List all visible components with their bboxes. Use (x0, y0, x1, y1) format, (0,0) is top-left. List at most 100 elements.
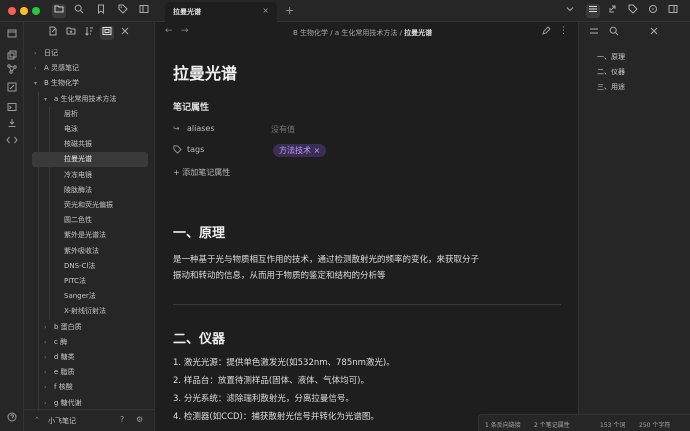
file-item[interactable]: 荧光和荧光偏振 (64, 198, 113, 213)
close-icon[interactable] (647, 26, 661, 40)
search-icon[interactable] (72, 4, 86, 18)
folder-item[interactable]: › d 糖类 (44, 350, 75, 365)
help-icon[interactable] (5, 412, 19, 426)
file-explorer: › 日记 › A 灵感笔记 ▾ B 生物化学 ▾ a 生化常用技术方法 层析 电泳 核磁共振 拉曼光谱… (24, 22, 155, 431)
file-item[interactable]: 电泳 (64, 122, 78, 137)
file-item[interactable]: DNS-Cl法 (64, 259, 95, 274)
graph-icon[interactable] (5, 64, 19, 78)
chevron-right-icon[interactable]: › (34, 46, 44, 61)
calendar-icon[interactable] (5, 28, 19, 42)
outline-item[interactable]: 二、仪器 (597, 67, 625, 77)
file-item[interactable]: 陵肽酶法 (64, 183, 92, 198)
property-tags[interactable]: tags 方法技术 × (173, 144, 473, 159)
chevron-right-icon[interactable]: › (34, 61, 44, 76)
new-note-icon[interactable] (46, 26, 60, 40)
property-value[interactable]: 没有值 (271, 124, 295, 135)
property-key: tags (187, 145, 205, 154)
close-icon[interactable] (118, 26, 132, 40)
bookmark-icon[interactable] (94, 4, 108, 18)
minimize-window-button[interactable] (20, 7, 28, 15)
new-tab-button[interactable]: + (285, 4, 294, 17)
file-item[interactable]: 圆二色性 (64, 213, 92, 228)
outline-item[interactable]: 三、用途 (597, 82, 625, 92)
terminal-icon[interactable] (5, 102, 19, 116)
tag-icon (173, 145, 182, 156)
chevron-down-icon[interactable]: ▾ (34, 76, 44, 91)
tag-remove-icon[interactable]: × (314, 146, 321, 155)
file-item[interactable]: 核磁共振 (64, 137, 92, 152)
chevron-right-icon[interactable]: › (44, 320, 54, 335)
chevron-right-icon[interactable]: › (44, 335, 54, 350)
back-arrow-icon[interactable]: ← (165, 26, 173, 36)
chevron-down-icon[interactable] (563, 4, 577, 18)
file-item[interactable]: 紫外是光谱法 (64, 228, 106, 243)
chevron-down-icon[interactable]: ▾ (44, 92, 54, 107)
file-item[interactable]: Sanger法 (64, 289, 96, 304)
tab-active[interactable]: 拉曼光谱 × (165, 2, 277, 22)
file-item[interactable]: X-射线衍射法 (64, 304, 106, 319)
sidebar-toggle-icon[interactable] (137, 4, 151, 18)
outline-options-icon[interactable] (587, 26, 601, 40)
file-item[interactable]: 冷冻电镜 (64, 168, 92, 183)
new-folder-icon[interactable] (64, 26, 78, 40)
import-icon[interactable] (5, 118, 19, 132)
page-title: 拉曼光谱 (173, 64, 238, 83)
breadcrumb-current: 拉曼光谱 (404, 29, 433, 37)
breadcrumb-sep: / (328, 29, 335, 37)
folder-item[interactable]: › b 蛋白质 (44, 320, 82, 335)
folder-item[interactable]: › e 脂质 (44, 365, 75, 380)
edit-icon[interactable] (541, 26, 551, 39)
sort-icon[interactable] (82, 26, 96, 40)
chevron-right-icon[interactable]: › (44, 350, 54, 365)
folder-item[interactable]: ▾ B 生物化学 (34, 76, 79, 91)
folder-item[interactable]: › 日记 (34, 46, 58, 61)
tag-panel-icon[interactable] (626, 4, 640, 18)
properties-heading: 笔记属性 (173, 103, 210, 113)
copy-icon[interactable] (5, 50, 19, 64)
right-sidebar-toggle-icon[interactable] (666, 4, 680, 18)
more-icon[interactable] (646, 4, 660, 18)
tree-item-label: 冷冻电镜 (64, 170, 92, 179)
forward-arrow-icon[interactable]: → (181, 26, 189, 36)
search-icon[interactable] (607, 26, 621, 40)
outline-list-icon[interactable] (586, 4, 600, 18)
help-icon[interactable]: ? (120, 415, 124, 424)
outline-item[interactable]: 一、原理 (597, 52, 625, 62)
close-window-button[interactable] (8, 7, 16, 15)
file-item[interactable]: PITC法 (64, 274, 86, 289)
breadcrumb-part2[interactable]: a 生化常用技术方法 (335, 29, 398, 37)
principle-line: 是一种基于光与物质相互作用的技术，通过检测散射光的频率的变化，来获取分子 (173, 255, 480, 265)
collapse-icon[interactable] (100, 26, 114, 40)
tab-close-icon[interactable]: × (262, 6, 269, 15)
tree-item-label: A 灵感笔记 (44, 64, 80, 73)
breadcrumb-part1[interactable]: B 生物化学 (293, 29, 328, 37)
tag-icon[interactable] (116, 4, 130, 18)
folder-item[interactable]: ▾ a 生化常用技术方法 (44, 92, 117, 107)
folder-icon[interactable] (52, 4, 66, 18)
tree-item-label: a 生化常用技术方法 (54, 94, 117, 103)
tag-pill[interactable]: 方法技术 × (273, 144, 327, 157)
file-item[interactable]: 紫外吸收法 (64, 244, 99, 259)
add-property-button[interactable]: + 添加笔记属性 (173, 167, 230, 178)
more-options-icon[interactable]: ⋮ (559, 26, 568, 36)
status-bar: 1 条反向链接 2 个笔记属性 153 个词 250 个字符 (478, 414, 690, 431)
tree-item-label: 圆二色性 (64, 216, 92, 225)
list-item: 3. 分光系统：滤除瑞利散射光，分离拉曼信号。 (173, 394, 354, 404)
chevron-right-icon[interactable]: › (44, 380, 54, 395)
folder-item[interactable]: › f 核酸 (44, 380, 73, 395)
tree-item-label: 拉曼光谱 (64, 155, 92, 164)
property-aliases[interactable]: ↪ aliases 没有值 (173, 124, 473, 138)
canvas-icon[interactable] (5, 82, 19, 96)
folder-item[interactable]: › A 灵感笔记 (34, 61, 79, 76)
status-backlinks[interactable]: 1 条反向链接 (485, 420, 521, 429)
vault-switcher[interactable]: ⌃ 小飞笔记 ? ⚙ (24, 409, 155, 431)
tree-item-label: 核磁共振 (64, 140, 92, 149)
status-properties[interactable]: 2 个笔记属性 (534, 420, 570, 429)
chevron-right-icon[interactable]: › (44, 365, 54, 380)
settings-gear-icon[interactable]: ⚙ (136, 415, 143, 424)
backlinks-icon[interactable] (606, 4, 620, 18)
folder-item[interactable]: › c 酶 (44, 335, 67, 350)
code-icon[interactable] (5, 135, 19, 149)
file-item[interactable]: 层析 (64, 107, 78, 122)
zoom-window-button[interactable] (32, 7, 40, 15)
